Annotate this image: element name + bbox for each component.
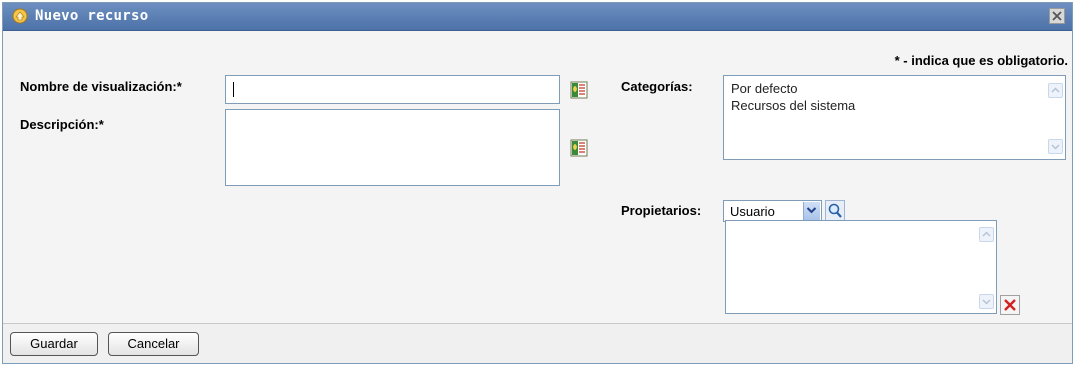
close-icon xyxy=(1052,11,1062,21)
list-item[interactable]: Recursos del sistema xyxy=(731,98,855,113)
new-resource-dialog: Nuevo recurso * - indica que es obligato… xyxy=(2,2,1073,364)
list-item[interactable]: Por defecto xyxy=(731,81,798,96)
owners-label: Propietarios: xyxy=(621,203,702,218)
close-button[interactable] xyxy=(1049,8,1065,24)
remove-owner-button[interactable] xyxy=(1000,295,1020,315)
display-name-input[interactable] xyxy=(225,75,560,104)
dialog-titlebar: Nuevo recurso xyxy=(3,3,1072,31)
chevron-down-icon xyxy=(1051,144,1060,150)
scrollbar[interactable] xyxy=(978,222,995,312)
owners-listbox[interactable] xyxy=(725,220,997,314)
language-localize-icon[interactable] xyxy=(570,139,588,157)
language-localize-icon[interactable] xyxy=(570,81,588,99)
red-x-icon xyxy=(1004,299,1016,311)
magnifier-icon xyxy=(828,203,842,218)
scroll-down-button[interactable] xyxy=(979,294,994,309)
resource-icon xyxy=(12,8,28,24)
scroll-down-button[interactable] xyxy=(1048,139,1063,154)
owner-type-selected: Usuario xyxy=(730,204,775,219)
text-caret xyxy=(233,82,234,97)
chevron-down-icon xyxy=(806,207,817,214)
chevron-up-icon xyxy=(1051,87,1060,93)
dialog-title: Nuevo recurso xyxy=(35,8,149,24)
search-owner-button[interactable] xyxy=(825,200,845,222)
description-label: Descripción:* xyxy=(20,117,104,132)
scrollbar[interactable] xyxy=(1047,77,1064,158)
chevron-up-icon xyxy=(982,231,991,237)
dialog-footer: Guardar Cancelar xyxy=(3,323,1072,363)
categories-listbox[interactable]: Por defecto Recursos del sistema xyxy=(723,75,1066,160)
chevron-down-icon xyxy=(982,299,991,305)
scroll-up-button[interactable] xyxy=(979,227,994,242)
scroll-up-button[interactable] xyxy=(1048,83,1063,98)
dropdown-arrow[interactable] xyxy=(803,202,820,220)
save-button[interactable]: Guardar xyxy=(10,332,98,356)
categories-label: Categorías: xyxy=(621,79,693,94)
required-note: * - indica que es obligatorio. xyxy=(894,53,1068,68)
description-textarea[interactable] xyxy=(225,109,560,186)
display-name-label: Nombre de visualización:* xyxy=(20,79,182,94)
cancel-button[interactable]: Cancelar xyxy=(108,332,199,356)
owner-type-select[interactable]: Usuario xyxy=(723,200,822,222)
